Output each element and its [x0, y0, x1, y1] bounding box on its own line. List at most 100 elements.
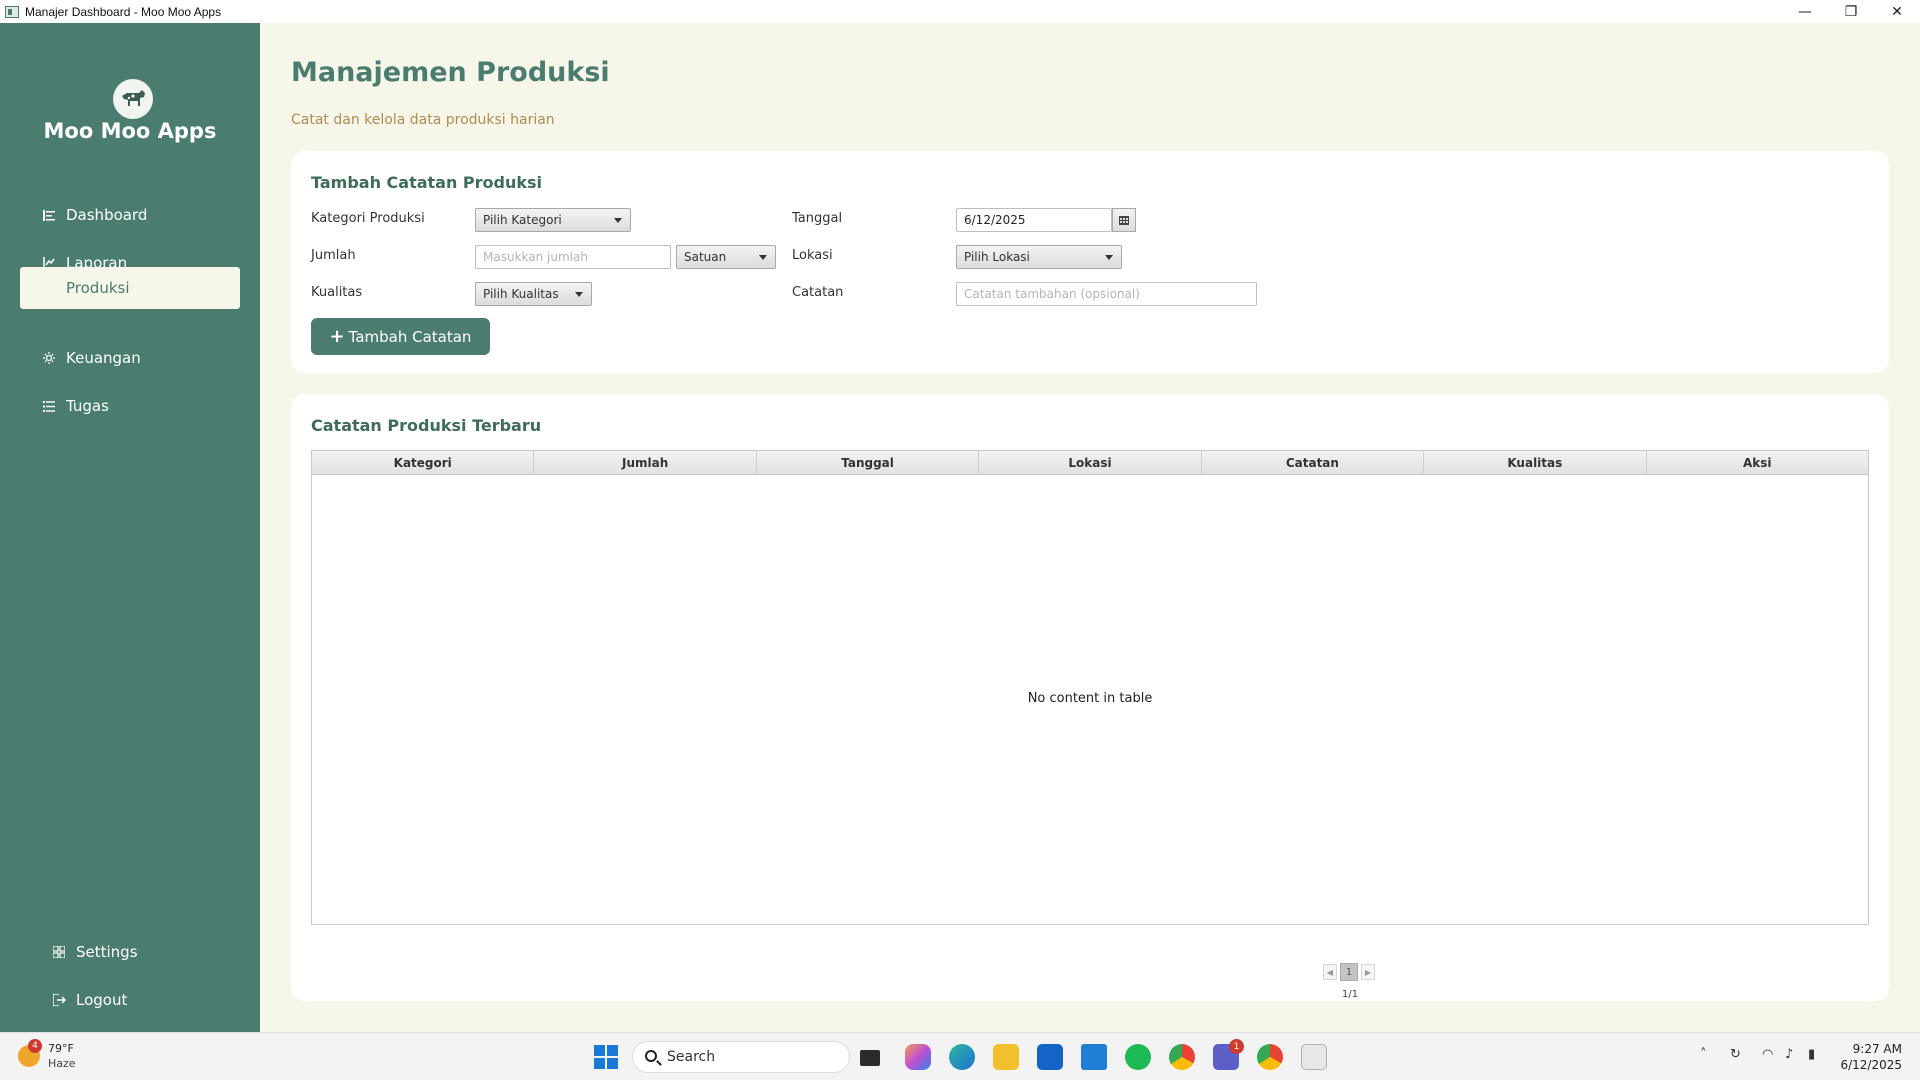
sidebar-item-label: Dashboard	[66, 206, 148, 224]
table-header: Kategori Jumlah Tanggal Lokasi Catatan K…	[312, 451, 1868, 475]
jumlah-label: Jumlah	[311, 248, 356, 263]
pagination-info: 1/1	[1342, 989, 1359, 1000]
weather-icon: 4	[18, 1039, 42, 1067]
sidebar-item-produksi[interactable]: Produksi	[20, 267, 240, 309]
search-label: Search	[667, 1049, 716, 1065]
records-card: Catatan Produksi Terbaru Kategori Jumlah…	[291, 394, 1889, 1001]
clock-date: 6/12/2025	[1840, 1058, 1902, 1072]
window-titlebar: Manajer Dashboard - Moo Moo Apps — ❐ ✕	[0, 0, 1920, 23]
window-title: Manajer Dashboard - Moo Moo Apps	[25, 4, 222, 19]
kategori-label: Kategori Produksi	[311, 211, 425, 226]
kualitas-label: Kualitas	[311, 285, 363, 300]
kategori-select[interactable]: Pilih Kategori	[475, 208, 631, 232]
catatan-input[interactable]: Catatan tambahan (opsional)	[956, 282, 1257, 306]
taskbar-clock[interactable]: 9:27 AM 6/12/2025	[1840, 1041, 1902, 1073]
kualitas-value: Pilih Kualitas	[483, 287, 559, 301]
column-header-kategori[interactable]: Kategori	[312, 451, 535, 474]
empty-table-message: No content in table	[1027, 691, 1153, 706]
sidebar-item-dashboard[interactable]: Dashboard	[20, 194, 240, 236]
wifi-icon[interactable]: ◠	[1762, 1047, 1773, 1062]
add-record-button[interactable]: + Tambah Catatan	[311, 318, 490, 355]
taskbar: 4 79°F Haze Search 1 ˄ ↻ ◠ ♪ ▮ 9:27 AM 6…	[0, 1032, 1920, 1080]
catatan-label: Catatan	[792, 285, 844, 300]
weather-desc: Haze	[48, 1057, 76, 1070]
restore-button[interactable]: ❐	[1828, 0, 1874, 23]
vscode-icon[interactable]	[1081, 1044, 1107, 1070]
prev-page-button[interactable]: ◀	[1323, 964, 1337, 980]
app-logo	[113, 79, 153, 119]
taskbar-search[interactable]: Search	[632, 1041, 850, 1073]
task-view-icon[interactable]	[860, 1050, 880, 1066]
records-table: Kategori Jumlah Tanggal Lokasi Catatan K…	[311, 450, 1869, 925]
page-number-button[interactable]: 1	[1340, 963, 1358, 981]
sidebar-item-label: Keuangan	[66, 349, 141, 367]
copilot-icon[interactable]	[905, 1044, 931, 1070]
satuan-select[interactable]: Satuan	[676, 245, 776, 269]
sidebar-item-settings[interactable]: Settings	[30, 931, 250, 973]
column-header-aksi[interactable]: Aksi	[1647, 451, 1868, 474]
teams-icon[interactable]: 1	[1213, 1039, 1244, 1070]
lokasi-select[interactable]: Pilih Lokasi	[956, 245, 1122, 269]
edge-icon[interactable]	[949, 1044, 975, 1070]
lokasi-value: Pilih Lokasi	[964, 250, 1030, 264]
chevron-up-icon[interactable]: ˄	[1700, 1047, 1707, 1062]
chevron-down-icon	[575, 292, 583, 297]
sync-icon[interactable]: ↻	[1730, 1047, 1741, 1062]
sidebar-item-logout[interactable]: Logout	[30, 979, 250, 1021]
battery-icon[interactable]: ▮	[1808, 1047, 1815, 1062]
weather-badge: 4	[28, 1039, 42, 1053]
main-content: Manajemen Produksi Catat dan kelola data…	[260, 23, 1920, 1032]
lokasi-label: Lokasi	[792, 248, 833, 263]
sidebar-item-label: Logout	[76, 991, 128, 1009]
kualitas-select[interactable]: Pilih Kualitas	[475, 282, 592, 306]
chevron-down-icon	[1105, 255, 1113, 260]
next-page-button[interactable]: ▶	[1361, 964, 1375, 980]
chevron-down-icon	[614, 218, 622, 223]
cow-icon	[122, 90, 145, 106]
settings-icon	[52, 945, 66, 959]
page-title: Manajemen Produksi	[291, 57, 610, 88]
jumlah-input[interactable]: Masukkan jumlah	[475, 245, 671, 269]
app-name: Moo Moo Apps	[43, 119, 217, 143]
chrome-icon[interactable]	[1169, 1044, 1195, 1070]
sidebar-item-label: Tugas	[66, 397, 109, 415]
chrome-profile-icon[interactable]	[1257, 1044, 1283, 1070]
column-header-jumlah[interactable]: Jumlah	[534, 451, 757, 474]
minimize-button[interactable]: —	[1782, 0, 1828, 23]
calendar-icon	[1119, 215, 1129, 225]
column-header-kualitas[interactable]: Kualitas	[1424, 451, 1647, 474]
file-explorer-icon[interactable]	[993, 1044, 1019, 1070]
sidebar-item-tugas[interactable]: Tugas	[20, 385, 240, 427]
weather-widget[interactable]: 4 79°F Haze	[18, 1039, 76, 1071]
sidebar-item-keuangan[interactable]: Keuangan	[20, 337, 240, 379]
teams-badge: 1	[1229, 1039, 1244, 1054]
sidebar-item-label: Settings	[76, 943, 138, 961]
column-header-lokasi[interactable]: Lokasi	[979, 451, 1202, 474]
sidebar-item-label: Produksi	[66, 279, 130, 297]
table-title: Catatan Produksi Terbaru	[311, 416, 542, 435]
column-header-catatan[interactable]: Catatan	[1202, 451, 1425, 474]
add-record-label: Tambah Catatan	[348, 327, 472, 346]
satuan-value: Satuan	[684, 250, 727, 264]
dashboard-icon	[42, 208, 56, 222]
pagination: ◀ 1 ▶	[1323, 963, 1375, 981]
outlook-icon[interactable]	[1037, 1044, 1063, 1070]
tasks-icon	[42, 399, 56, 413]
add-record-card: Tambah Catatan Produksi Kategori Produks…	[291, 151, 1889, 373]
tanggal-input[interactable]: 6/12/2025	[956, 208, 1112, 232]
volume-icon[interactable]: ♪	[1785, 1047, 1793, 1062]
spotify-icon[interactable]	[1125, 1044, 1151, 1070]
plus-icon: +	[329, 326, 345, 347]
date-picker-button[interactable]	[1112, 208, 1136, 232]
page-subtitle: Catat dan kelola data produksi harian	[291, 112, 555, 128]
form-title: Tambah Catatan Produksi	[311, 173, 543, 192]
start-button[interactable]	[594, 1045, 618, 1069]
column-header-tanggal[interactable]: Tanggal	[757, 451, 980, 474]
kategori-value: Pilih Kategori	[483, 213, 562, 227]
logout-icon	[52, 993, 66, 1007]
java-app-icon[interactable]	[1301, 1044, 1327, 1070]
close-button[interactable]: ✕	[1874, 0, 1920, 23]
finance-icon	[42, 351, 56, 365]
weather-temp: 79°F	[48, 1042, 74, 1055]
tanggal-label: Tanggal	[792, 211, 843, 226]
